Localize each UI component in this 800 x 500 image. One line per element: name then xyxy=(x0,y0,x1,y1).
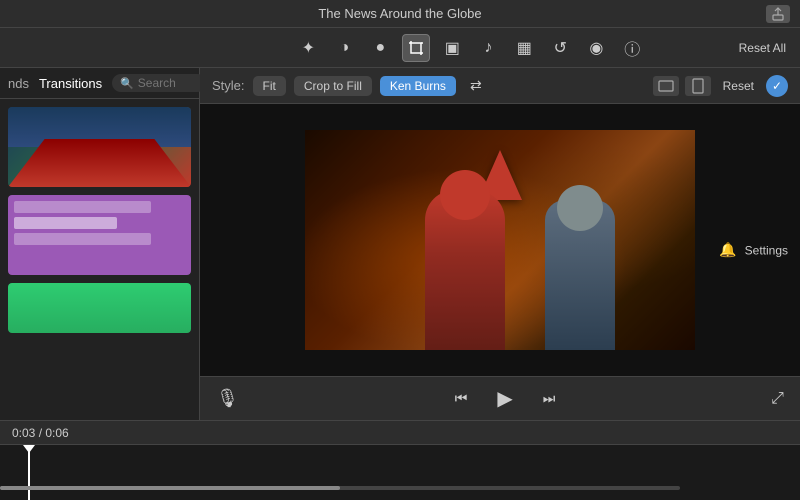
ken-burns-button[interactable]: Ken Burns xyxy=(380,76,456,96)
filter-icon[interactable]: ◉ xyxy=(582,34,610,62)
playback-right: ⤢ xyxy=(771,390,784,408)
magic-wand-icon[interactable]: ✦ xyxy=(294,34,322,62)
reset-button[interactable]: Reset xyxy=(717,77,760,95)
swap-icon[interactable]: ⇄ xyxy=(464,74,488,98)
list-item[interactable] xyxy=(8,195,191,275)
video-overlay-icon[interactable]: ▦ xyxy=(510,34,538,62)
reset-all-button[interactable]: Reset All xyxy=(733,38,792,58)
audio-icon[interactable]: ♪ xyxy=(474,34,502,62)
speed-icon[interactable]: ↺ xyxy=(546,34,574,62)
progress-bar xyxy=(0,486,680,490)
style-label: Style: xyxy=(212,78,245,93)
title-bar: The News Around the Globe xyxy=(0,0,800,28)
content-area: nds Transitions 🔍 All ▾ xyxy=(0,68,800,420)
tab-transitions[interactable]: Transitions xyxy=(39,76,102,91)
list-item[interactable] xyxy=(8,107,191,187)
progress-fill xyxy=(0,486,340,490)
crop-icon[interactable] xyxy=(402,34,430,62)
share-icon xyxy=(771,7,785,21)
list-item[interactable] xyxy=(8,283,191,333)
window-title: The News Around the Globe xyxy=(318,6,481,21)
fullscreen-button[interactable]: ⤢ xyxy=(771,390,784,408)
search-bar: 🔍 xyxy=(112,74,206,92)
skip-back-button[interactable]: ⏮ xyxy=(449,387,473,411)
volume-icon[interactable]: 🔔 xyxy=(719,242,736,259)
video-preview xyxy=(200,104,800,376)
timeline-header: 0:03 / 0:06 🔔 Settings xyxy=(0,421,800,445)
figure-hero xyxy=(545,200,615,350)
style-toolbar: Style: Fit Crop to Fill Ken Burns ⇄ Rese… xyxy=(200,68,800,104)
camera-icon[interactable]: ▣ xyxy=(438,34,466,62)
search-input[interactable] xyxy=(138,76,198,90)
play-button[interactable]: ▶ xyxy=(489,383,521,415)
video-frame xyxy=(305,130,695,350)
main-preview: Style: Fit Crop to Fill Ken Burns ⇄ Rese… xyxy=(200,68,800,420)
playhead[interactable] xyxy=(28,445,30,500)
playback-bar: 🎙 ⏮ ▶ ⏭ ⤢ xyxy=(200,376,800,420)
playback-center: ⏮ ▶ ⏭ xyxy=(449,383,561,415)
tab-sounds[interactable]: nds xyxy=(8,76,29,91)
style-right-controls: Reset ✓ xyxy=(653,75,788,97)
timeline: 0:03 / 0:06 🔔 Settings xyxy=(0,420,800,500)
aspect-icon-2 xyxy=(692,78,704,94)
info-icon[interactable]: ⓘ xyxy=(618,34,646,62)
share-button[interactable] xyxy=(766,5,790,23)
playback-left: 🎙 xyxy=(216,388,239,409)
check-icon: ✓ xyxy=(772,79,782,93)
left-panel: nds Transitions 🔍 All ▾ xyxy=(0,68,200,420)
crop-svg xyxy=(408,40,424,56)
current-time: 0:03 xyxy=(12,426,35,440)
skip-forward-button[interactable]: ⏭ xyxy=(537,387,561,411)
color-icon[interactable]: ● xyxy=(366,34,394,62)
confirm-button[interactable]: ✓ xyxy=(766,75,788,97)
main-toolbar: ✦ ◑ ● ▣ ♪ ▦ ↺ ◉ ⓘ Reset All xyxy=(0,28,800,68)
color-balance-icon[interactable]: ◑ xyxy=(330,34,358,62)
timeline-progress-area[interactable] xyxy=(0,445,800,500)
aspect-icon-1 xyxy=(658,80,674,92)
left-panel-tabs: nds Transitions 🔍 All ▾ xyxy=(0,68,199,99)
aspect-ratio-button-1[interactable] xyxy=(653,76,679,96)
search-icon: 🔍 xyxy=(120,77,134,90)
crop-to-fill-button[interactable]: Crop to Fill xyxy=(294,76,372,96)
figure-ironman xyxy=(425,190,505,350)
fit-button[interactable]: Fit xyxy=(253,76,286,96)
settings-button[interactable]: Settings xyxy=(745,243,788,257)
timeline-right-controls: 🔔 Settings xyxy=(719,242,788,259)
media-items-list xyxy=(0,99,199,420)
toolbar-center: ✦ ◑ ● ▣ ♪ ▦ ↺ ◉ ⓘ xyxy=(208,34,733,62)
time-separator: / xyxy=(35,426,45,440)
aspect-ratio-button-2[interactable] xyxy=(685,76,711,96)
microphone-button[interactable]: 🎙 xyxy=(216,388,239,409)
toolbar-right: Reset All xyxy=(733,38,792,58)
total-time: 0:06 xyxy=(45,426,68,440)
